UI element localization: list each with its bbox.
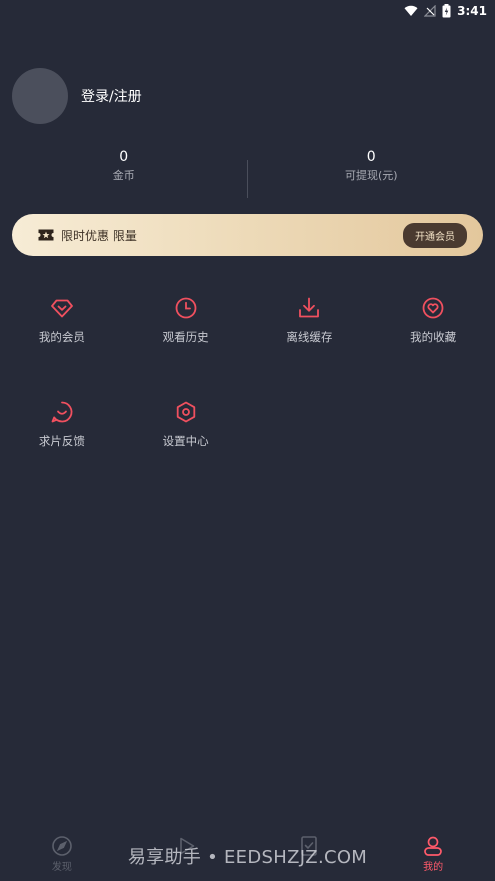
status-bar: 3:41 [0, 0, 495, 22]
heart-icon [422, 297, 444, 319]
vip-promo-banner[interactable]: 限时优惠 限量 开通会员 [12, 214, 483, 256]
watermark-text: 易享助手 • EEDSHZJZ.COM [127, 847, 368, 868]
menu-watch-history[interactable]: 观看历史 [124, 296, 248, 345]
ticket-star-icon [38, 229, 54, 241]
feedback-icon [51, 401, 73, 423]
menu-label: 求片反馈 [38, 434, 85, 448]
clock-icon [175, 297, 197, 319]
menu-label: 我的收藏 [410, 330, 457, 344]
menu-my-membership[interactable]: 我的会员 [0, 296, 124, 345]
withdrawable-label: 可提现(元) [344, 169, 398, 182]
stats-divider [247, 160, 248, 198]
settings-icon [176, 401, 195, 423]
menu-row-2: 求片反馈 设置中心 [0, 400, 495, 449]
avatar[interactable] [12, 68, 68, 124]
stats-row: 0 金币 0 可提现(元) [0, 146, 495, 198]
diamond-icon [50, 299, 73, 318]
menu-request-feedback[interactable]: 求片反馈 [0, 400, 124, 449]
menu-offline-cache[interactable]: 离线缓存 [248, 296, 372, 345]
menu-label: 离线缓存 [286, 330, 333, 344]
wifi-icon [404, 5, 418, 17]
open-vip-button[interactable]: 开通会员 [403, 222, 467, 248]
stat-withdrawable[interactable]: 0 可提现(元) [248, 146, 495, 198]
menu-row-1: 我的会员 观看历史 离线缓存 我的收藏 [0, 296, 495, 345]
status-time: 3:41 [457, 4, 487, 18]
battery-icon [442, 4, 451, 18]
signal-off-icon [424, 5, 436, 17]
login-register-link[interactable]: 登录/注册 [81, 86, 142, 106]
download-icon [299, 297, 320, 318]
profile-header[interactable]: 登录/注册 [12, 68, 142, 124]
coins-label: 金币 [112, 169, 135, 182]
vip-promo-text: 限时优惠 限量 [61, 228, 137, 243]
menu-label: 设置中心 [162, 434, 209, 448]
coins-value: 0 [119, 149, 129, 165]
menu-my-favorites[interactable]: 我的收藏 [371, 296, 495, 345]
withdrawable-value: 0 [366, 149, 376, 165]
menu-label: 观看历史 [162, 330, 209, 344]
stat-coins[interactable]: 0 金币 [0, 146, 248, 198]
menu-label: 我的会员 [38, 330, 85, 344]
menu-settings[interactable]: 设置中心 [124, 400, 248, 449]
